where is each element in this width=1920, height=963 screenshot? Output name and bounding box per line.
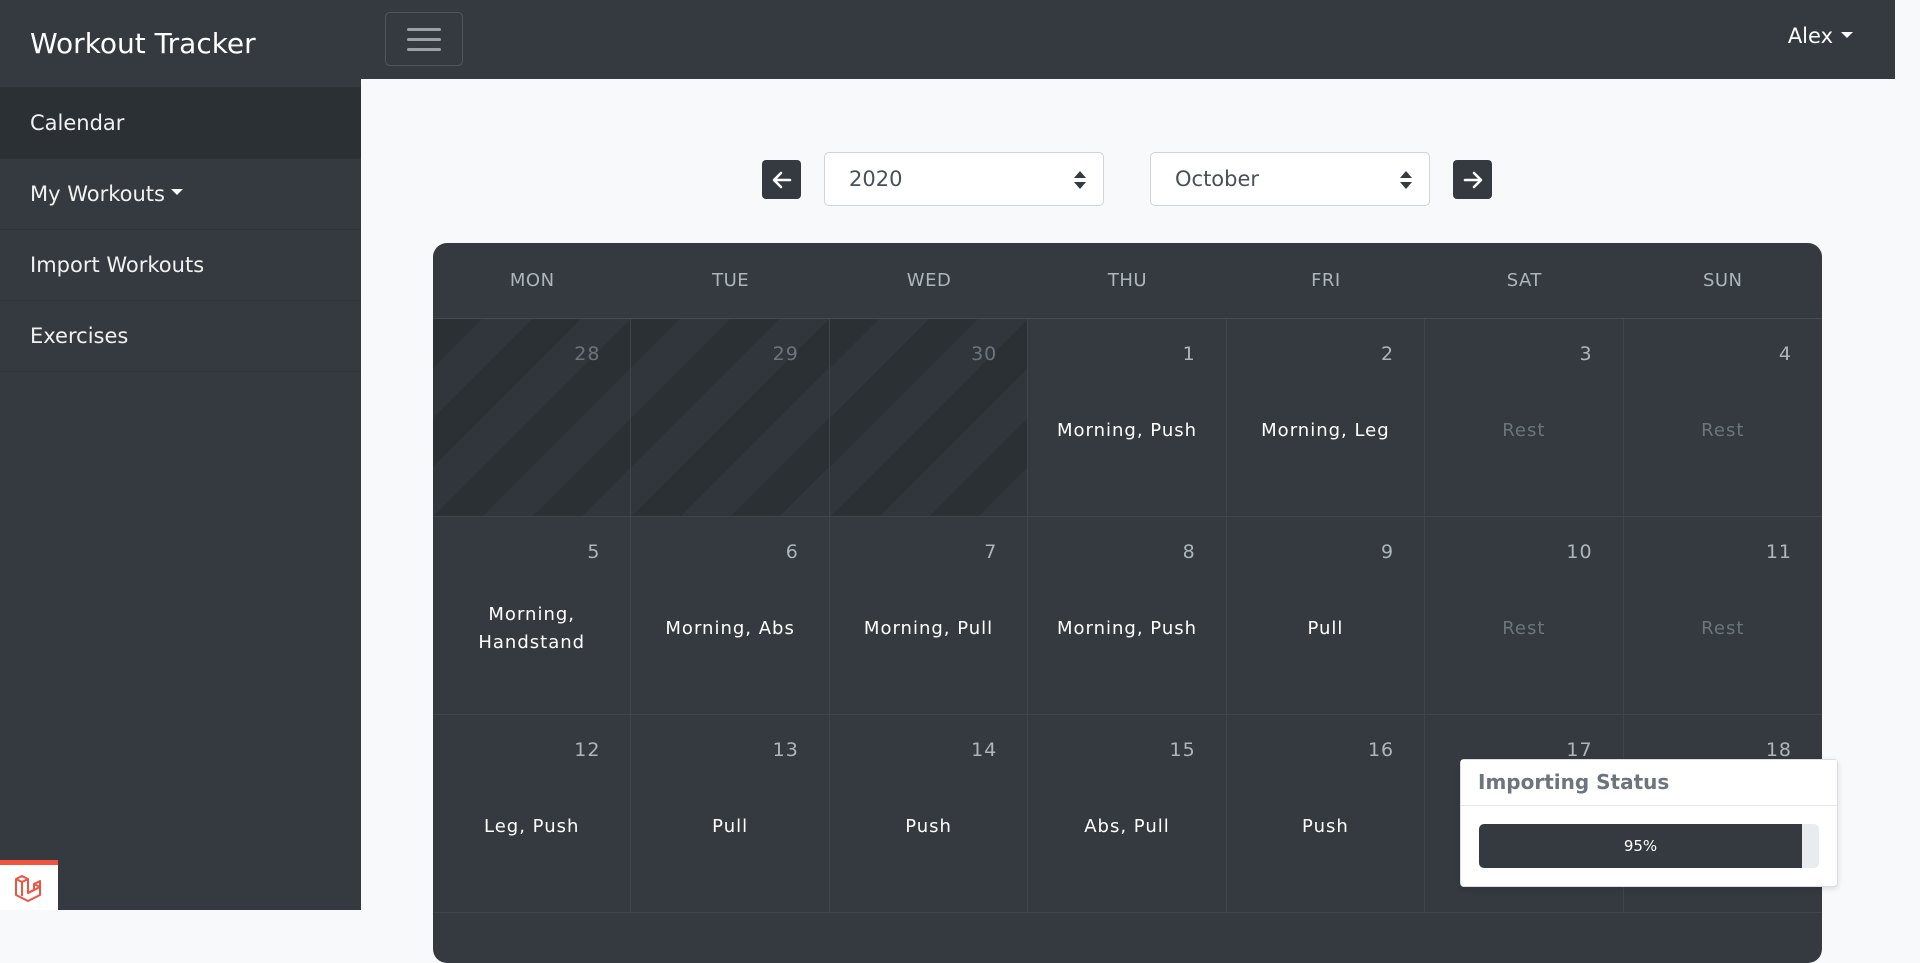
weekday-label: SUN (1702, 270, 1743, 291)
day-number: 14 (971, 739, 998, 761)
calendar-day[interactable]: 15 Abs, Pull (1028, 715, 1227, 913)
day-number: 6 (785, 541, 799, 563)
arrow-left-icon (772, 171, 791, 188)
top-navbar: Alex (361, 0, 1895, 79)
calendar-day[interactable]: 28 (433, 319, 632, 517)
sidebar-item-label: Exercises (30, 324, 129, 348)
importing-status-toast: Importing Status 95% (1460, 759, 1838, 887)
sidebar-item-label: My Workouts (30, 182, 165, 206)
day-number: 5 (587, 541, 601, 563)
calendar-day[interactable]: 4 Rest (1623, 319, 1822, 517)
rest-label: Rest (1502, 618, 1546, 639)
day-number: 30 (971, 343, 998, 365)
calendar-day[interactable]: 6 Morning, Abs (631, 517, 830, 715)
day-number: 12 (574, 739, 601, 761)
select-arrows-icon (1074, 171, 1086, 189)
workout-label[interactable]: Push (838, 787, 1019, 867)
calendar-day[interactable]: 29 (631, 319, 830, 517)
workout-label[interactable]: Morning, Handstand (441, 589, 622, 669)
sidebar-item-calendar[interactable]: Calendar (0, 88, 361, 159)
day-number: 3 (1579, 343, 1593, 365)
weekday-label: THU (1107, 270, 1148, 291)
day-number: 13 (772, 739, 799, 761)
calendar-weekday-header: MON TUE WED THU FRI SAT SUN (433, 243, 1822, 319)
sidebar-item-label: Calendar (30, 111, 125, 135)
workout-label[interactable]: Morning, Push (1036, 589, 1217, 669)
day-number: 17 (1566, 739, 1593, 761)
day-number: 7 (984, 541, 998, 563)
sidebar-item-label: Import Workouts (30, 253, 205, 277)
year-select[interactable]: 2020 (824, 152, 1104, 206)
day-number: 18 (1765, 739, 1792, 761)
day-number: 15 (1169, 739, 1196, 761)
workout-label[interactable]: Morning, Pull (838, 589, 1019, 669)
calendar-day[interactable]: 3 Rest (1425, 319, 1624, 517)
calendar-day[interactable]: 16 Push (1226, 715, 1426, 913)
day-number: 28 (574, 343, 601, 365)
select-arrows-icon (1400, 171, 1412, 189)
calendar-day[interactable]: 10 Rest (1425, 517, 1624, 715)
calendar-day[interactable]: 9 Pull (1226, 517, 1426, 715)
calendar-day[interactable]: 7 Morning, Pull (829, 517, 1029, 715)
laravel-logo-icon (15, 874, 41, 902)
weekday-label: TUE (712, 270, 750, 291)
year-select-value: 2020 (849, 167, 903, 191)
weekday-label: WED (906, 270, 952, 291)
calendar-day[interactable]: 30 (829, 319, 1029, 517)
workout-label[interactable]: Push (1235, 787, 1416, 867)
day-number: 10 (1566, 541, 1593, 563)
workout-label[interactable]: Pull (639, 787, 820, 867)
rest-label: Rest (1502, 420, 1546, 441)
month-select-value: October (1175, 167, 1260, 191)
calendar-day[interactable]: 13 Pull (631, 715, 830, 913)
workout-label[interactable]: Leg, Push (441, 787, 622, 867)
workout-label[interactable]: Pull (1235, 589, 1416, 669)
calendar-day[interactable]: 14 Push (829, 715, 1029, 913)
user-name: Alex (1787, 24, 1833, 48)
sidebar-item-import-workouts[interactable]: Import Workouts (0, 230, 361, 301)
import-progress-fill: 95% (1479, 824, 1802, 868)
workout-label[interactable]: Abs, Pull (1036, 787, 1217, 867)
calendar-day[interactable]: 5 Morning, Handstand (433, 517, 632, 715)
sidebar-item-exercises[interactable]: Exercises (0, 301, 361, 372)
calendar-day[interactable]: 8 Morning, Push (1028, 517, 1227, 715)
calendar-day[interactable]: 11 Rest (1623, 517, 1822, 715)
app-brand[interactable]: Workout Tracker (0, 0, 361, 88)
calendar-day[interactable]: 12 Leg, Push (433, 715, 632, 913)
day-number: 11 (1765, 541, 1792, 563)
day-number: 8 (1182, 541, 1196, 563)
sidebar: Workout Tracker Calendar My Workouts Imp… (0, 0, 361, 910)
day-number: 9 (1381, 541, 1395, 563)
rest-label: Rest (1701, 618, 1745, 639)
prev-month-button[interactable] (762, 160, 801, 199)
sidebar-item-my-workouts[interactable]: My Workouts (0, 159, 361, 230)
workout-label[interactable]: Morning, Leg (1235, 391, 1416, 471)
user-menu[interactable]: Alex (1788, 24, 1853, 48)
caret-down-icon (170, 189, 183, 195)
laravel-debug-badge[interactable] (0, 860, 58, 910)
day-number: 29 (772, 343, 799, 365)
day-number: 2 (1381, 343, 1395, 365)
calendar-day[interactable]: 2 Morning, Leg (1226, 319, 1426, 517)
next-month-button[interactable] (1453, 160, 1492, 199)
weekday-label: SAT (1506, 270, 1542, 291)
day-number: 1 (1182, 343, 1196, 365)
day-number: 4 (1778, 343, 1792, 365)
rest-label: Rest (1701, 420, 1745, 441)
day-number: 16 (1367, 739, 1395, 761)
hamburger-menu-icon[interactable] (385, 12, 463, 66)
arrow-right-icon (1463, 171, 1482, 188)
toast-title: Importing Status (1461, 760, 1837, 806)
calendar-day[interactable]: 1 Morning, Push (1028, 319, 1227, 517)
workout-label[interactable]: Morning, Push (1036, 391, 1217, 471)
workout-label[interactable]: Morning, Abs (639, 589, 820, 669)
caret-down-icon (1841, 32, 1853, 38)
weekday-label: MON (509, 270, 555, 291)
month-select[interactable]: October (1150, 152, 1430, 206)
weekday-label: FRI (1311, 270, 1341, 291)
import-progress-bar: 95% (1479, 824, 1819, 868)
